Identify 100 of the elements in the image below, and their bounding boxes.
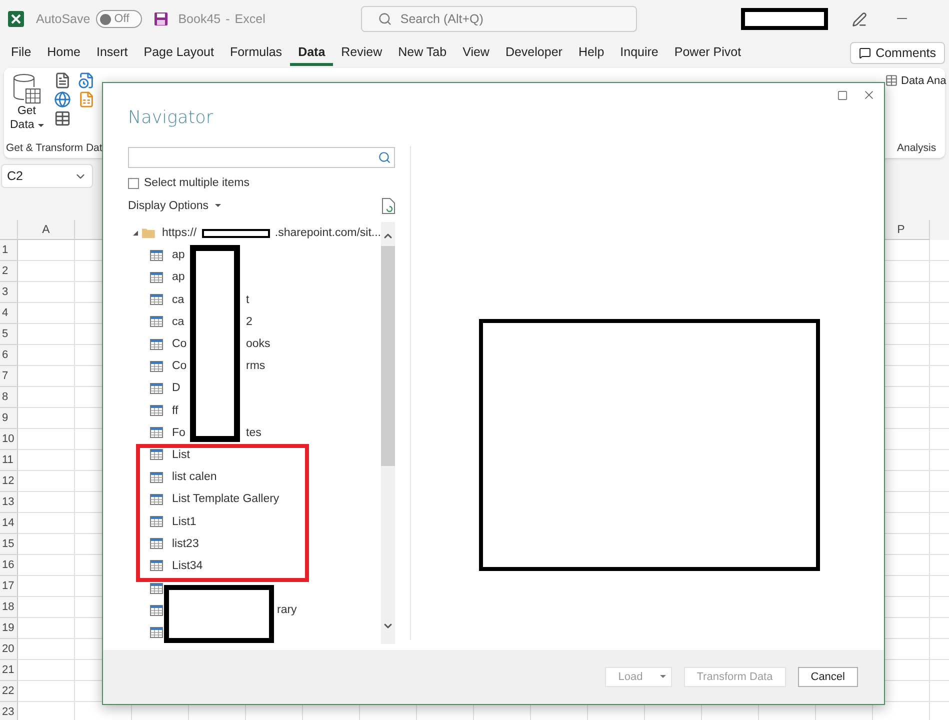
name-box[interactable]: C2 xyxy=(1,164,93,188)
row-header[interactable]: 17 xyxy=(0,576,18,597)
checkbox[interactable] xyxy=(128,178,139,188)
scrollbar[interactable] xyxy=(381,222,395,644)
menu-tab[interactable]: Inquire xyxy=(612,40,666,66)
menu-tab[interactable]: Developer xyxy=(497,40,570,66)
tree-item-label: t xyxy=(246,294,250,306)
menu-tab[interactable]: Help xyxy=(570,40,612,66)
row-header[interactable]: 12 xyxy=(0,471,18,492)
table-icon xyxy=(885,74,898,87)
document-icon[interactable] xyxy=(54,72,70,89)
row-header[interactable]: 11 xyxy=(0,450,18,471)
menu-tab[interactable]: New Tab xyxy=(390,40,455,66)
tree-item-label[interactable]: list23 xyxy=(172,538,199,550)
row-header[interactable]: 5 xyxy=(0,324,18,345)
table-icon xyxy=(150,626,163,638)
row-header[interactable]: 10 xyxy=(0,429,18,450)
tree-item-label: ca xyxy=(172,294,186,306)
menu-tab[interactable]: File xyxy=(3,40,40,66)
dialog-button[interactable]: Cancel xyxy=(798,667,858,687)
tree-item-label[interactable]: List Template Gallery xyxy=(172,493,280,506)
tree-item-label: ap xyxy=(172,249,186,262)
file-name: Book45 xyxy=(178,12,221,26)
table-icon xyxy=(150,560,163,572)
group-label: Get & Transform Dat xyxy=(6,142,102,154)
tree-item-label[interactable]: List1 xyxy=(172,516,196,528)
row-header[interactable]: 7 xyxy=(0,366,18,387)
search-field[interactable]: Search (Alt+Q) xyxy=(361,6,638,32)
menu-tab[interactable]: View xyxy=(454,40,498,66)
tree-item-label: https:// xyxy=(162,227,197,240)
table-icon xyxy=(150,516,163,528)
comments-button[interactable]: Comments xyxy=(850,42,945,64)
tree-item-label: rms xyxy=(246,360,266,372)
sheet-document-icon[interactable] xyxy=(78,91,94,108)
menu-tab[interactable]: Insert xyxy=(88,40,136,66)
table-icon xyxy=(150,316,163,328)
display-options-button[interactable]: Display Options xyxy=(128,200,221,212)
tree-item-label: ooks xyxy=(246,338,270,350)
database-icon xyxy=(12,74,41,104)
get-data-button[interactable]: Get Data xyxy=(6,72,48,134)
menu-tab[interactable]: Home xyxy=(39,40,88,66)
row-header[interactable]: 14 xyxy=(0,513,18,534)
app-name: Excel xyxy=(234,12,266,26)
menu-tab[interactable]: Power Pivot xyxy=(666,40,750,66)
menu-tab[interactable]: Page Layout xyxy=(136,40,222,66)
table-icon xyxy=(150,494,163,505)
menu-tab[interactable]: Review xyxy=(333,40,390,66)
table-icon xyxy=(150,604,163,616)
tree-item-label: ap xyxy=(172,271,186,284)
tree-root-row[interactable]: https:// .sharepoint.com/sit... xyxy=(128,222,381,244)
expand-triangle-icon[interactable] xyxy=(133,230,138,236)
table-icon xyxy=(150,250,163,261)
data-analysis-button[interactable]: Data Ana xyxy=(885,74,946,87)
save-icon[interactable] xyxy=(154,12,168,26)
row-header[interactable]: 21 xyxy=(0,660,18,681)
tree-item-label[interactable]: List xyxy=(172,448,190,461)
refresh-document-icon[interactable] xyxy=(382,198,395,214)
row-header[interactable]: 18 xyxy=(0,597,18,618)
menu-tab[interactable]: Formulas xyxy=(222,40,290,66)
row-header[interactable]: 9 xyxy=(0,408,18,429)
tree-item-label: ff xyxy=(172,404,180,417)
caret-icon xyxy=(214,204,221,208)
tree-item-label[interactable]: List34 xyxy=(172,560,203,572)
maximize-icon[interactable] xyxy=(837,90,848,100)
table-icon xyxy=(150,449,163,460)
search-field[interactable] xyxy=(128,147,395,168)
tree-item-label: rary xyxy=(277,604,297,616)
row-header[interactable]: 6 xyxy=(0,345,18,366)
row-header[interactable]: 20 xyxy=(0,639,18,660)
tree-item-label[interactable]: list calen xyxy=(172,471,217,484)
row-header[interactable]: 8 xyxy=(0,387,18,408)
row-header[interactable]: 1 xyxy=(0,240,18,261)
comment-icon xyxy=(858,47,871,59)
row-header[interactable]: 13 xyxy=(0,492,18,513)
table-icon xyxy=(150,538,163,550)
caret-icon xyxy=(38,124,44,128)
title-separator: - xyxy=(226,12,230,26)
close-icon[interactable] xyxy=(862,88,876,102)
row-header[interactable]: 19 xyxy=(0,618,18,639)
row-header[interactable]: 4 xyxy=(0,303,18,324)
table-icon xyxy=(150,427,163,438)
search-icon xyxy=(378,12,392,26)
row-header[interactable]: 2 xyxy=(0,261,18,282)
row-header[interactable]: 3 xyxy=(0,282,18,303)
tree-item-label: Fo xyxy=(172,426,186,439)
table-icon xyxy=(150,582,163,594)
table-icon[interactable] xyxy=(54,110,70,127)
minimize-icon[interactable] xyxy=(897,18,908,20)
tree-item-label: .sharepoint.com/sit... xyxy=(274,227,381,240)
clock-document-icon[interactable] xyxy=(78,72,94,89)
table-icon xyxy=(150,294,163,306)
row-header[interactable]: 23 xyxy=(0,702,18,720)
caret-icon xyxy=(660,675,666,679)
row-header[interactable]: 22 xyxy=(0,681,18,702)
excel-logo-icon xyxy=(8,11,24,27)
globe-icon[interactable] xyxy=(54,91,70,108)
row-header[interactable]: 16 xyxy=(0,555,18,576)
row-header[interactable]: 15 xyxy=(0,534,18,555)
tree-item-label: tes xyxy=(246,426,262,439)
pen-icon[interactable] xyxy=(852,12,868,26)
